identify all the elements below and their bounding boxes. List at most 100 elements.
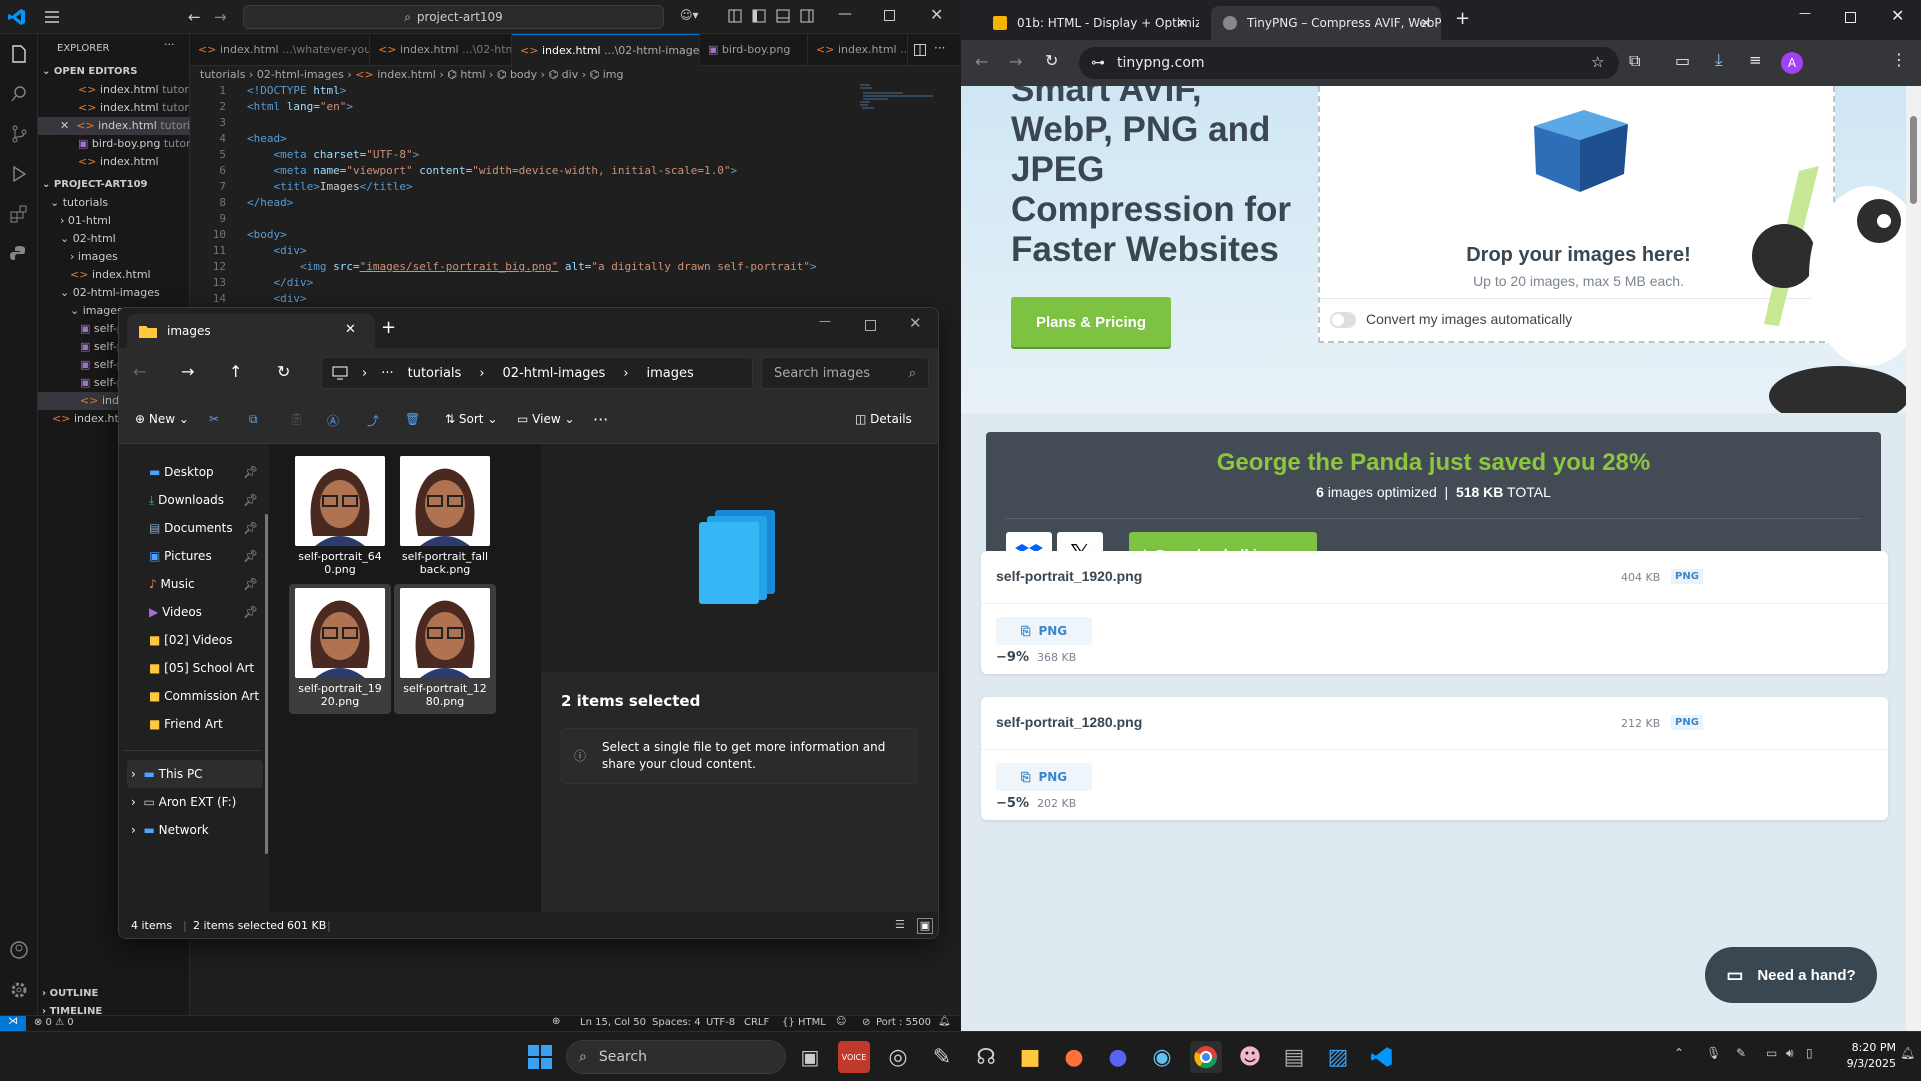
app-icon[interactable]: ☊ bbox=[970, 1041, 1002, 1073]
forward-arrow-icon[interactable]: → bbox=[214, 8, 227, 26]
cut-icon[interactable]: ✂ bbox=[209, 412, 219, 426]
extensions-icon[interactable]: ⧉ bbox=[1629, 51, 1640, 71]
account-icon[interactable] bbox=[9, 940, 29, 960]
close-icon[interactable]: ✕ bbox=[909, 314, 922, 332]
nav-item-documents[interactable]: ▤ Documents 📌︎ bbox=[149, 514, 258, 542]
command-center-search[interactable]: ⌕ project-art109 bbox=[243, 5, 664, 29]
editor-tab[interactable]: <> index.html ...\whatever-you-like bbox=[190, 34, 370, 66]
editor-tab[interactable]: <> index.html ...\ bbox=[808, 34, 908, 66]
download-icon[interactable]: ⤓ bbox=[1715, 50, 1723, 70]
files-icon[interactable] bbox=[9, 44, 29, 64]
reload-icon[interactable]: ↻ bbox=[1045, 51, 1058, 70]
code-editor[interactable]: 1 2 3 4 5 6 7 8 9 10 11 12 13 14 <!DOCTY… bbox=[190, 84, 850, 305]
file-item[interactable]: self-portrait_fallback.png bbox=[394, 452, 496, 582]
scrollbar-thumb[interactable] bbox=[1910, 116, 1917, 204]
voicemeeter-icon[interactable]: VOICE bbox=[838, 1041, 870, 1073]
new-tab-icon[interactable]: + bbox=[1455, 8, 1470, 29]
nav-item-downloads[interactable]: ⤓ Downloads 📌︎ bbox=[149, 486, 258, 514]
browser-tab-active[interactable]: TinyPNG – Compress AVIF, WebP ✕ bbox=[1211, 6, 1441, 40]
overflow-icon[interactable]: ··· bbox=[381, 366, 393, 381]
path-segment[interactable]: 02-html-images bbox=[503, 366, 606, 381]
path-segment[interactable]: images bbox=[647, 366, 694, 381]
help-chat-button[interactable]: ▭ Need a hand? bbox=[1705, 947, 1877, 1003]
project-header[interactable]: ⌄ PROJECT-ART109 bbox=[42, 176, 194, 194]
discord-icon[interactable]: ● bbox=[1102, 1041, 1134, 1073]
live-server-port[interactable]: Port : 5500 bbox=[876, 1017, 931, 1028]
outline-header[interactable]: › OUTLINE bbox=[42, 985, 194, 1003]
clock[interactable]: 8:20 PM 9/3/2025 bbox=[1836, 1040, 1896, 1072]
close-tab-icon[interactable]: ✕ bbox=[1177, 6, 1187, 40]
nav-item-folder[interactable]: ■ Commission Art bbox=[149, 682, 259, 710]
nav-item-music[interactable]: ♪ Music 📌︎ bbox=[149, 570, 258, 598]
open-editor-item[interactable]: ▣ bird-boy.png tutor... bbox=[38, 135, 190, 153]
site-info-icon[interactable]: ⊶ bbox=[1091, 55, 1105, 71]
rename-icon[interactable]: Ⓐ bbox=[327, 412, 339, 429]
tree-folder[interactable]: › images bbox=[38, 248, 190, 266]
open-editor-item[interactable]: <> index.html tutorial... bbox=[38, 81, 190, 99]
profile-avatar[interactable]: A bbox=[1781, 52, 1803, 74]
file-item[interactable]: self-portrait_640.png bbox=[289, 452, 391, 582]
search-icon[interactable] bbox=[9, 84, 29, 104]
nav-item-desktop[interactable]: ▬ Desktop 📌︎ bbox=[149, 458, 258, 486]
address-bar[interactable]: ⊶ tinypng.com ☆ bbox=[1079, 47, 1619, 79]
breadcrumb-item[interactable]: tutorials bbox=[200, 68, 245, 81]
problems-count[interactable]: ⊗ 0 ⚠ 0 bbox=[34, 1017, 74, 1028]
refresh-icon[interactable]: ↻ bbox=[277, 362, 290, 381]
more-menu-icon[interactable]: ⋮ bbox=[1891, 50, 1907, 69]
forward-arrow-icon[interactable]: → bbox=[181, 362, 194, 381]
python-icon[interactable] bbox=[9, 244, 29, 264]
firefox-icon[interactable]: ● bbox=[1058, 1041, 1090, 1073]
steam-icon[interactable]: ◉ bbox=[1146, 1041, 1178, 1073]
chevron-up-icon[interactable]: ⌃ bbox=[1674, 1046, 1684, 1060]
back-arrow-icon[interactable]: ← bbox=[188, 8, 201, 26]
bookmark-star-icon[interactable]: ☆ bbox=[1591, 53, 1604, 71]
editor-tab-active[interactable]: <> index.html ...\02-html-images ✕ bbox=[512, 34, 700, 66]
sort-button[interactable]: ⇅ Sort ⌄ bbox=[445, 412, 497, 426]
breadcrumb-item[interactable]: body bbox=[510, 68, 537, 81]
nav-item-this-pc[interactable]: › ▬ This PC bbox=[127, 760, 263, 788]
search-box[interactable]: Search images ⌕ bbox=[761, 357, 929, 389]
tree-folder[interactable]: ⌄ tutorials bbox=[38, 194, 190, 212]
more-actions-icon[interactable]: ··· bbox=[164, 38, 175, 51]
file-explorer-icon[interactable]: ■ bbox=[1014, 1041, 1046, 1073]
copilot-icon[interactable]: ☺▾ bbox=[680, 8, 699, 22]
breadcrumb-item[interactable]: 02-html-images bbox=[257, 68, 344, 81]
close-tab-icon[interactable]: ✕ bbox=[345, 322, 356, 337]
nav-item-drive[interactable]: › ▭ Aron EXT (F:) bbox=[131, 788, 236, 816]
notification-bell-icon[interactable]: 🔔︎ bbox=[1900, 1046, 1915, 1060]
volume-icon[interactable]: 🔊︎ bbox=[1786, 1046, 1794, 1061]
close-icon[interactable]: ✕ bbox=[930, 5, 943, 24]
plans-pricing-button[interactable]: Plans & Pricing bbox=[1011, 297, 1171, 347]
line-ending[interactable]: CRLF bbox=[744, 1017, 769, 1028]
minimize-icon[interactable]: — bbox=[819, 314, 831, 328]
maximize-icon[interactable] bbox=[865, 320, 876, 331]
battery-icon[interactable]: ▯ bbox=[1806, 1046, 1813, 1060]
tree-folder[interactable]: › 01-html bbox=[38, 212, 190, 230]
nav-item-folder[interactable]: ■ Friend Art bbox=[149, 710, 223, 738]
task-view-icon[interactable]: ▣ bbox=[794, 1041, 826, 1073]
address-bar[interactable]: › ··· tutorials › 02-html-images › image… bbox=[321, 357, 753, 389]
nav-item-pictures[interactable]: ▣ Pictures 📌︎ bbox=[149, 542, 258, 570]
nav-item-videos[interactable]: ▶ Videos 📌︎ bbox=[149, 598, 258, 626]
tablet-icon[interactable]: ✎ bbox=[926, 1041, 958, 1073]
image-viewer-icon[interactable]: ▤ bbox=[1278, 1041, 1310, 1073]
open-editor-item-active[interactable]: ✕ <> index.html tutorial... bbox=[38, 117, 190, 135]
windows-start-icon[interactable] bbox=[524, 1041, 556, 1073]
page-scrollbar[interactable] bbox=[1906, 86, 1921, 1031]
file-item-selected[interactable]: self-portrait_1280.png bbox=[394, 584, 496, 714]
menu-icon[interactable] bbox=[44, 9, 60, 25]
settings-gear-icon[interactable] bbox=[9, 980, 29, 1000]
open-editor-item[interactable]: <> index.html bbox=[38, 153, 190, 171]
editor-tab[interactable]: <> index.html ...\02-html bbox=[370, 34, 512, 66]
run-debug-icon[interactable] bbox=[9, 164, 29, 184]
details-button[interactable]: ◫ Details bbox=[855, 412, 912, 426]
download-result-button[interactable]: ⎘ PNG bbox=[996, 617, 1092, 645]
chrome-icon[interactable] bbox=[1190, 1041, 1222, 1073]
convert-toggle[interactable] bbox=[1330, 312, 1356, 328]
details-view-icon[interactable]: ☰ bbox=[895, 918, 905, 931]
bell-icon[interactable]: 🔔︎ bbox=[938, 1016, 951, 1027]
forward-arrow-icon[interactable]: → bbox=[1009, 52, 1022, 71]
more-options-icon[interactable]: ··· bbox=[593, 410, 608, 429]
up-arrow-icon[interactable]: ↑ bbox=[229, 362, 242, 381]
paste-icon[interactable]: 📋︎ bbox=[289, 412, 304, 426]
